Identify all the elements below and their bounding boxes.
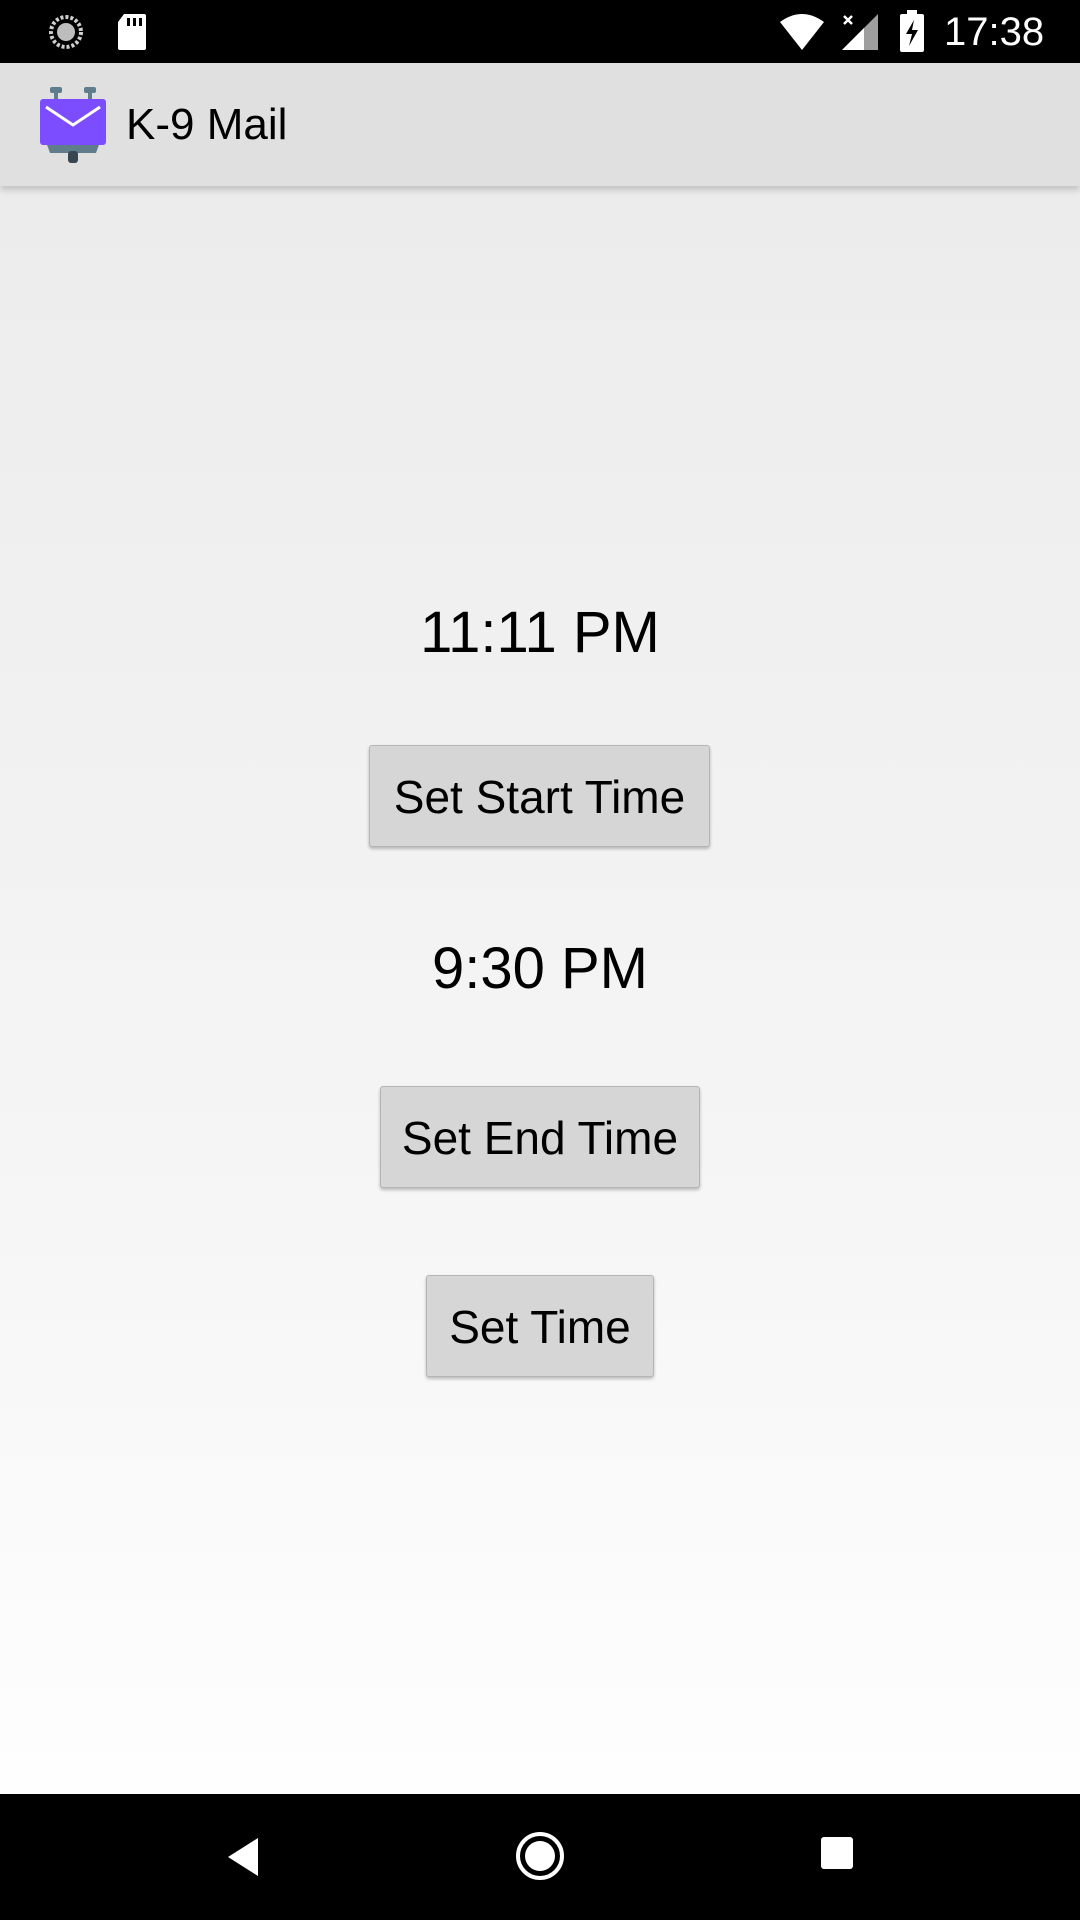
set-time-button[interactable]: Set Time [426, 1275, 654, 1377]
navigation-bar [0, 1794, 1080, 1920]
back-icon[interactable] [220, 1832, 270, 1882]
set-start-time-button[interactable]: Set Start Time [369, 745, 710, 847]
app-title: K-9 Mail [126, 100, 288, 149]
set-end-time-button[interactable]: Set End Time [380, 1086, 700, 1188]
end-time-value: 9:30 PM [432, 936, 648, 1001]
status-bar: 17:38 [0, 0, 1080, 63]
app-toolbar: K-9 Mail [0, 63, 1080, 186]
k9-mail-app-icon [40, 87, 106, 163]
signal-icon [842, 14, 878, 50]
recents-icon[interactable] [820, 1836, 854, 1870]
start-time-value: 11:11 PM [420, 600, 660, 665]
status-time: 17:38 [944, 10, 1045, 54]
battery-charging-icon [900, 10, 924, 52]
home-icon[interactable] [514, 1830, 566, 1882]
quiet-time-content: 11:11 PM Set Start Time 9:30 PM Set End … [0, 186, 1080, 1794]
sync-icon [49, 15, 83, 49]
wifi-icon [780, 14, 824, 50]
sd-card-icon [118, 14, 146, 50]
